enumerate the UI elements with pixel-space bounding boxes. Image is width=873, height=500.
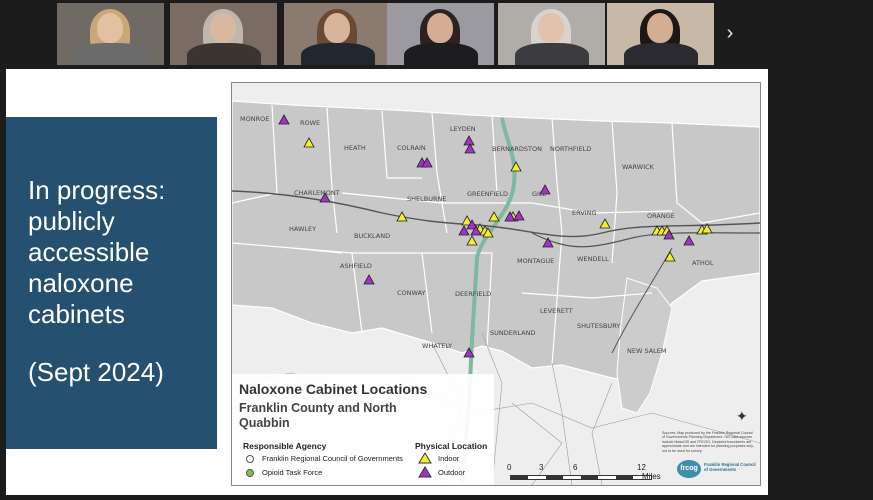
town-label: CONWAY xyxy=(397,289,426,297)
legend-agency-frcog: Franklin Regional Council of Governments xyxy=(262,454,403,463)
town-label: NEW SALEM xyxy=(627,347,667,355)
participant-video-tile[interactable] xyxy=(170,3,277,65)
participant-shoulders xyxy=(515,43,589,65)
slide-title-panel: In progress: publicly accessible naloxon… xyxy=(6,117,217,449)
indoor-triangle-icon xyxy=(418,452,432,464)
legend-agency-heading: Responsible Agency xyxy=(243,441,327,451)
legend-location-outdoor: Outdoor xyxy=(438,468,466,477)
participant-face xyxy=(324,13,350,43)
map-title: Naloxone Cabinet Locations xyxy=(239,381,428,397)
scale-tick-0: 0 xyxy=(507,463,512,472)
town-label: BERNARDSTON xyxy=(492,145,542,153)
frcog-logo-caption: Franklin Regional Council of Governments xyxy=(704,462,756,472)
town-label: LEVERETT xyxy=(540,307,573,315)
town-label: BUCKLAND xyxy=(354,232,390,240)
town-label: WHATELY xyxy=(422,342,452,350)
town-label: ATHOL xyxy=(692,259,714,267)
participant-strip xyxy=(0,0,873,70)
town-label: CHARLEMONT xyxy=(294,189,340,197)
scale-tick-12: 12 xyxy=(637,463,646,472)
map-credits: Sources: Map produced by the Franklin Re… xyxy=(662,431,754,453)
participant-face xyxy=(427,13,453,43)
frcog-logo: frcog xyxy=(677,460,701,478)
participant-video-tile[interactable] xyxy=(498,3,605,65)
participant-shoulders xyxy=(301,43,375,65)
participant-video-tile[interactable] xyxy=(607,3,714,65)
town-label: COLRAIN xyxy=(397,144,426,152)
scale-tick-6: 6 xyxy=(573,463,578,472)
town-label: GREENFIELD xyxy=(467,190,508,198)
participant-face xyxy=(538,13,564,43)
town-label: HEATH xyxy=(344,144,366,152)
outdoor-triangle-icon xyxy=(418,466,432,478)
slide-date: (Sept 2024) xyxy=(28,357,164,387)
slide-title: In progress: publicly accessible naloxon… xyxy=(28,175,166,329)
town-label: SUNDERLAND xyxy=(490,329,535,337)
town-label: HAWLEY xyxy=(289,225,316,233)
town-label: LEYDEN xyxy=(450,125,476,133)
town-label: MONROE xyxy=(240,115,269,123)
map-subtitle: Franklin County and North Quabbin xyxy=(239,401,397,430)
shared-slide: In progress: publicly accessible naloxon… xyxy=(6,69,768,495)
participant-shoulders xyxy=(187,43,261,65)
town-label: DEERFIELD xyxy=(455,290,491,298)
participant-video-tile[interactable] xyxy=(57,3,164,65)
town-label: SHUTESBURY xyxy=(577,322,620,330)
scale-tick-3: 3 xyxy=(539,463,544,472)
naloxone-map: MONROE ROWE HEATH COLRAIN LEYDEN BERNARDSTON N… xyxy=(231,82,761,486)
participant-video-tile[interactable] xyxy=(284,3,391,65)
town-label: ROWE xyxy=(300,119,320,127)
town-label: ORANGE xyxy=(647,212,675,220)
participant-face xyxy=(647,13,673,43)
legend-location-indoor: Indoor xyxy=(438,454,460,463)
participant-shoulders xyxy=(74,43,148,65)
town-label: ERVING xyxy=(572,209,597,217)
participant-face xyxy=(97,13,123,43)
next-page-chevron-icon[interactable]: › xyxy=(722,22,738,45)
town-label: SHELBURNE xyxy=(407,195,446,203)
legend-location-heading: Physical Location xyxy=(415,441,488,451)
town-label: NORTHFIELD xyxy=(550,145,591,153)
north-arrow-icon: ✦ xyxy=(736,408,748,424)
participant-shoulders xyxy=(404,43,478,65)
participant-video-tile[interactable] xyxy=(387,3,494,65)
town-label: WENDELL xyxy=(577,255,609,263)
scale-unit: Miles xyxy=(642,472,661,481)
frcog-agency-dot-icon xyxy=(246,455,254,463)
participant-shoulders xyxy=(624,43,698,65)
participant-face xyxy=(210,13,236,43)
town-label: WARWICK xyxy=(622,163,655,171)
town-label: MONTAGUE xyxy=(517,257,554,265)
opioid-task-force-dot-icon xyxy=(246,469,254,477)
town-label: ASHFIELD xyxy=(340,262,372,270)
legend-agency-otf: Opioid Task Force xyxy=(262,468,323,477)
scale-bar xyxy=(510,475,652,480)
